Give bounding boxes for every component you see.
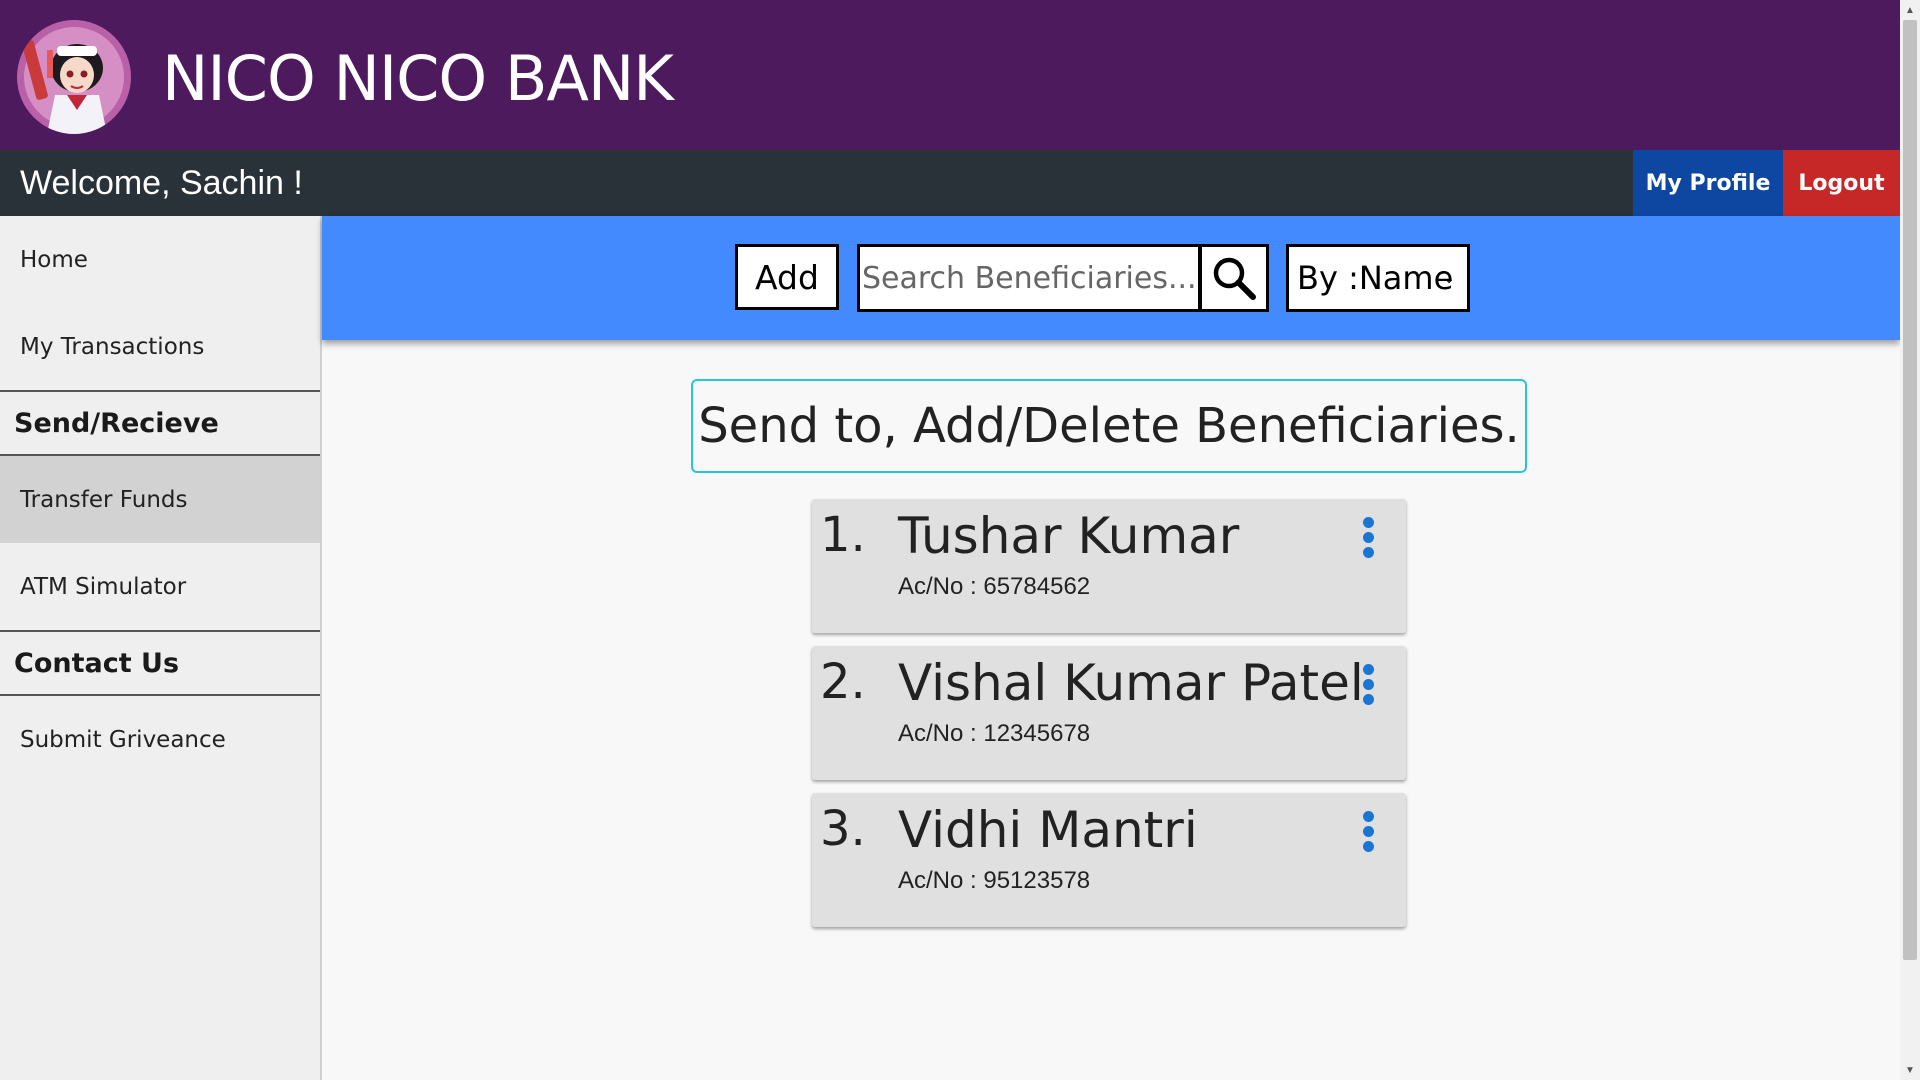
more-vert-icon[interactable] <box>1360 664 1376 712</box>
more-vert-icon[interactable] <box>1360 517 1376 565</box>
beneficiary-toolbar: Add By :Name ⌄ <box>322 216 1900 340</box>
filter-by-select[interactable]: By :Name ⌄ <box>1286 244 1470 312</box>
add-beneficiary-button[interactable]: Add <box>735 244 839 310</box>
search-icon <box>1213 257 1256 300</box>
beneficiary-card[interactable]: 3. Vidhi Mantri Ac/No : 95123578 <box>812 793 1406 927</box>
scroll-down-arrow-icon[interactable]: ▼ <box>1900 1060 1920 1080</box>
beneficiary-account: Ac/No : 95123578 <box>898 867 1091 894</box>
welcome-message: Welcome, Sachin ! <box>20 164 303 202</box>
scrollbar-thumb[interactable] <box>1903 20 1917 960</box>
beneficiary-account: Ac/No : 12345678 <box>898 720 1091 747</box>
bank-title: NICO NICO BANK <box>162 42 674 115</box>
beneficiary-index: 2. <box>820 654 866 710</box>
page-scrollbar[interactable]: ▲ ▼ <box>1900 0 1920 1080</box>
beneficiary-name: Tushar Kumar <box>898 507 1240 565</box>
beneficiary-account: Ac/No : 65784562 <box>898 573 1091 600</box>
sidebar-item-atm-simulator[interactable]: ATM Simulator <box>0 543 320 630</box>
search-button[interactable] <box>1199 244 1269 312</box>
beneficiary-card[interactable]: 2. Vishal Kumar Patel Ac/No : 12345678 <box>812 646 1406 780</box>
more-vert-icon[interactable] <box>1360 811 1376 859</box>
my-profile-button[interactable]: My Profile <box>1633 150 1783 216</box>
sidebar-item-my-transactions[interactable]: My Transactions <box>0 303 320 390</box>
search-beneficiaries-input[interactable] <box>857 244 1201 312</box>
sidebar-item-transfer-funds[interactable]: Transfer Funds <box>0 456 320 543</box>
welcome-bar: Welcome, Sachin ! My Profile Logout <box>0 150 1900 216</box>
sidebar-section-contact-us: Contact Us <box>0 630 320 696</box>
sidebar-item-submit-griveance[interactable]: Submit Griveance <box>0 696 320 783</box>
beneficiary-card[interactable]: 1. Tushar Kumar Ac/No : 65784562 <box>812 499 1406 633</box>
logo-avatar-icon <box>17 20 131 134</box>
scroll-up-arrow-icon[interactable]: ▲ <box>1900 0 1920 20</box>
sidebar-section-send-recieve: Send/Recieve <box>0 390 320 456</box>
filter-by-value: By :Name <box>1297 259 1454 297</box>
sidebar: Home My Transactions Send/Recieve Transf… <box>0 216 322 1080</box>
beneficiary-name: Vishal Kumar Patel <box>898 654 1364 712</box>
app-header: NICO NICO BANK <box>0 0 1900 150</box>
beneficiary-index: 3. <box>820 801 866 857</box>
bank-logo <box>17 20 131 134</box>
beneficiary-index: 1. <box>820 507 866 563</box>
logout-button[interactable]: Logout <box>1783 150 1900 216</box>
page-heading: Send to, Add/Delete Beneficiaries. <box>691 379 1527 473</box>
beneficiary-name: Vidhi Mantri <box>898 801 1198 859</box>
sidebar-item-home[interactable]: Home <box>0 216 320 303</box>
chevron-down-icon: ⌄ <box>1443 271 1455 287</box>
